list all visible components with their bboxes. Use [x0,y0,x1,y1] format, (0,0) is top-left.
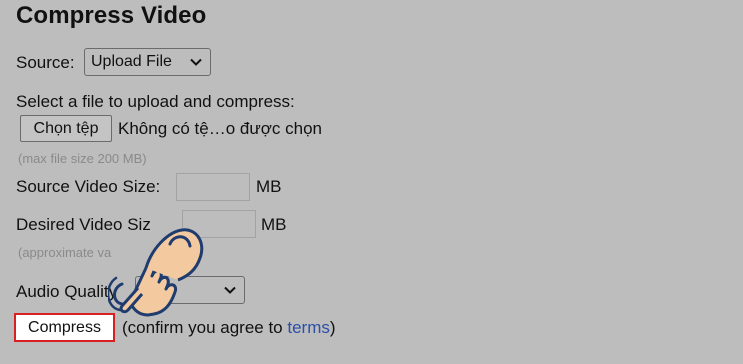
audio-quality-label: Audio Quality [16,282,118,301]
compress-button[interactable]: Compress [14,313,115,342]
source-label: Source: [16,53,75,72]
desired-size-hint: (approximate va [18,245,112,260]
hand-pointer-icon [108,228,204,317]
confirm-text-before: (confirm you agree to [122,318,288,337]
no-file-chosen-text: Không có tệ…o được chọn [118,119,322,138]
confirm-terms-text: (confirm you agree to terms) [122,318,336,338]
upload-prompt: Select a file to upload and compress: [16,92,295,111]
source-size-input[interactable] [176,173,250,201]
source-size-label: Source Video Size: [16,177,161,196]
source-select-value: Upload File [91,53,172,70]
page-title: Compress Video [16,2,207,29]
compress-button-label: Compress [28,318,101,336]
chevron-down-icon [190,58,202,66]
source-size-unit: MB [256,177,282,196]
confirm-text-after: ) [329,318,336,337]
max-size-hint: (max file size 200 MB) [18,151,147,166]
compress-video-page: Compress Video Source: Upload File Selec… [0,0,743,364]
desired-size-unit: MB [261,215,287,234]
source-select[interactable]: Upload File [84,48,211,76]
choose-file-button[interactable]: Chọn tệp [20,115,112,142]
chevron-down-icon [224,286,236,294]
terms-link[interactable]: terms [287,318,330,337]
